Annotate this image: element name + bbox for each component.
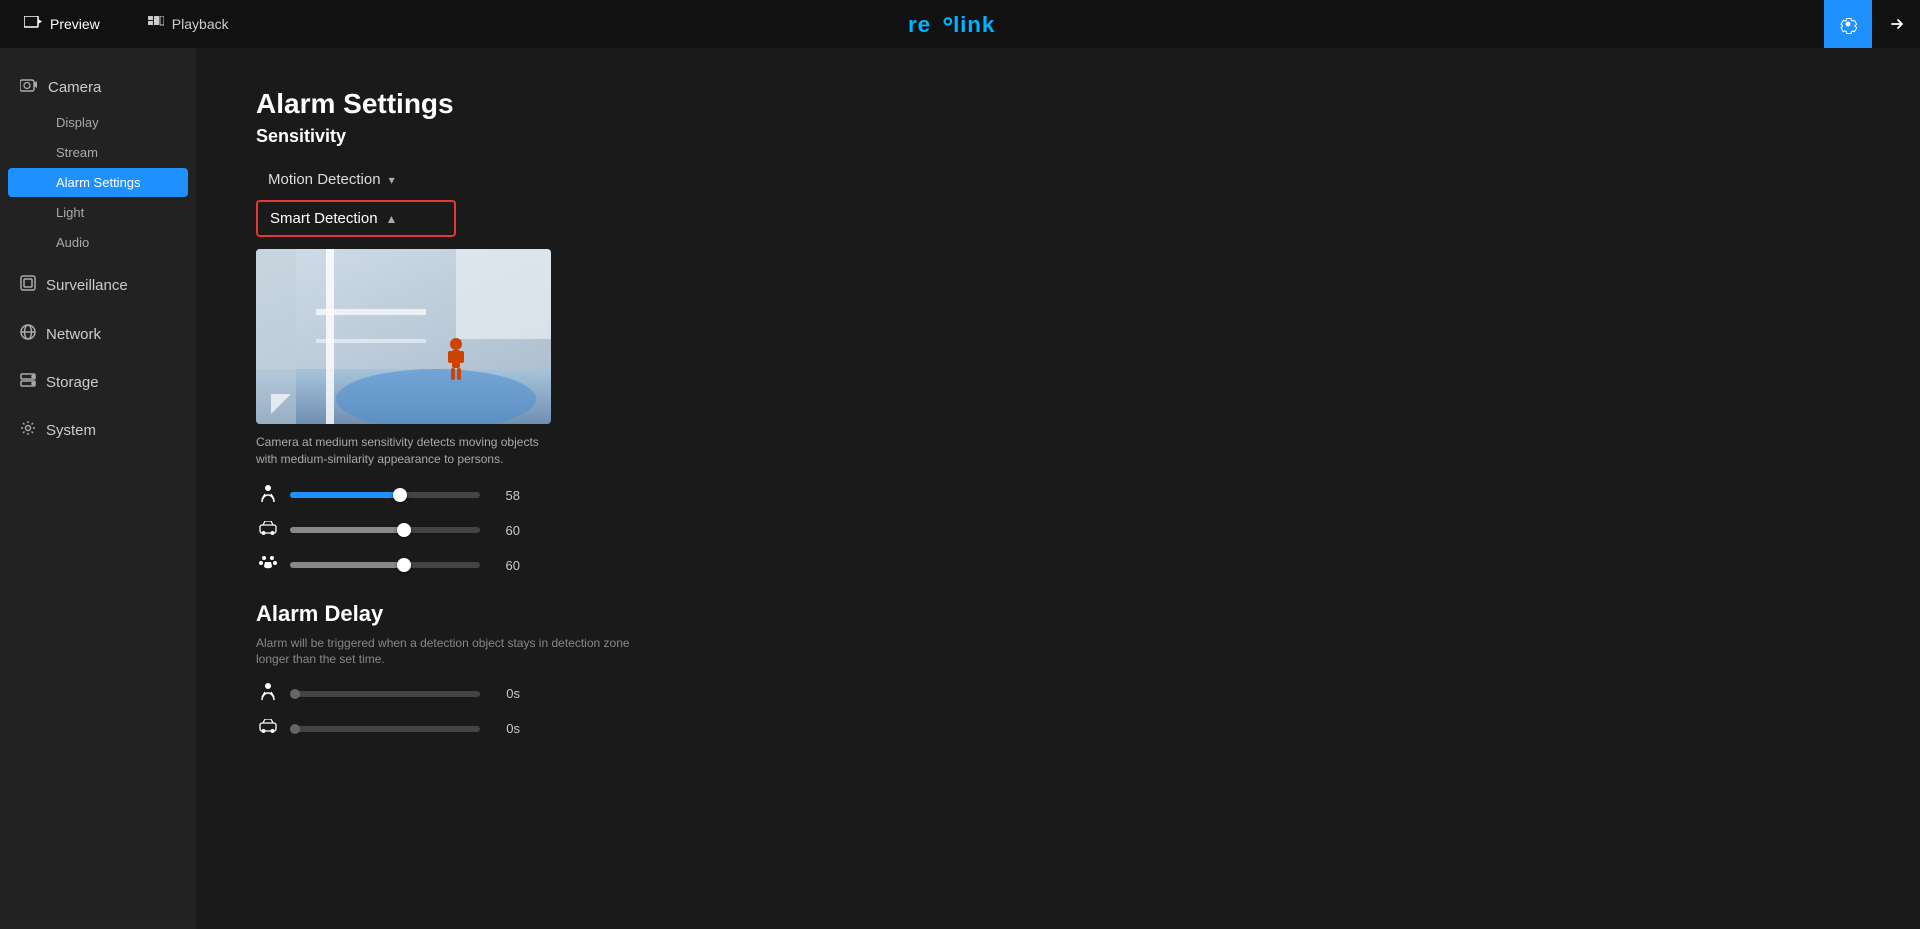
storage-icon (20, 373, 36, 392)
sidebar-surveillance-label: Surveillance (46, 277, 128, 294)
sidebar-category-storage[interactable]: Storage (0, 363, 196, 402)
sidebar-category-camera[interactable]: Camera (0, 68, 196, 107)
sidebar-network-label: Network (46, 326, 101, 343)
pet-slider[interactable] (290, 562, 480, 568)
main-layout: Camera Display Stream Alarm Settings Lig… (0, 48, 1920, 929)
sidebar-surveillance-section: Surveillance (0, 265, 196, 306)
person-delay-thumb[interactable] (290, 689, 300, 699)
sidebar-item-light[interactable]: Light (8, 198, 188, 227)
exit-icon (1887, 15, 1905, 33)
smart-detection-content: Camera at medium sensitivity detects mov… (256, 249, 1860, 577)
sidebar-storage-section: Storage (0, 363, 196, 402)
topbar: Preview Playback re link (0, 0, 1920, 48)
sidebar-system-label: System (46, 422, 96, 439)
motion-detection-label: Motion Detection (268, 171, 381, 188)
smart-detection-chevron: ▲ (386, 212, 398, 226)
pet-slider-thumb[interactable] (397, 558, 411, 572)
person-slider-fill (290, 492, 400, 498)
topbar-left: Preview Playback (0, 0, 253, 48)
gear-icon (1838, 14, 1858, 34)
sidebar-category-network[interactable]: Network (0, 314, 196, 355)
sidebar-item-display[interactable]: Display (8, 108, 188, 137)
sidebar-item-audio[interactable]: Audio (8, 228, 188, 257)
preview-caption: Camera at medium sensitivity detects mov… (256, 434, 551, 468)
vehicle-slider[interactable] (290, 527, 480, 533)
person-delay-icon (256, 682, 280, 705)
playback-icon (148, 16, 164, 33)
page-title: Alarm Settings (256, 88, 1860, 120)
vehicle-slider-thumb[interactable] (397, 523, 411, 537)
topbar-right (1824, 0, 1920, 48)
alarm-delay-title: Alarm Delay (256, 601, 1860, 627)
alarm-delay-section: Alarm Delay Alarm will be triggered when… (256, 601, 1860, 739)
sensitivity-title: Sensitivity (256, 126, 1860, 147)
preview-button[interactable]: Preview (0, 0, 124, 48)
alarm-delay-description: Alarm will be triggered when a detection… (256, 635, 656, 669)
vehicle-slider-fill (290, 527, 404, 533)
sidebar-category-surveillance[interactable]: Surveillance (0, 265, 196, 306)
smart-detection-accordion: Smart Detection ▲ (256, 200, 1860, 577)
vehicle-delay-slider[interactable] (290, 726, 480, 732)
motion-detection-accordion: Motion Detection ▾ (256, 163, 1860, 196)
vehicle-icon (256, 521, 280, 540)
person-icon (256, 484, 280, 507)
content-area: Alarm Settings Sensitivity Motion Detect… (196, 48, 1920, 929)
smart-detection-label: Smart Detection (270, 210, 378, 227)
pet-slider-value: 60 (490, 558, 520, 573)
sidebar-storage-label: Storage (46, 374, 99, 391)
smart-detection-header[interactable]: Smart Detection ▲ (256, 200, 456, 237)
preview-scene-svg (256, 249, 551, 424)
pet-slider-row: 60 (256, 554, 1860, 577)
vehicle-delay-value: 0s (490, 721, 520, 736)
sidebar-category-system[interactable]: System (0, 410, 196, 451)
motion-detection-header[interactable]: Motion Detection ▾ (256, 163, 456, 196)
topbar-logo: re link (908, 11, 1012, 37)
vehicle-delay-slider-row: 0s (256, 719, 1860, 738)
sidebar-system-section: System (0, 410, 196, 451)
vehicle-slider-value: 60 (490, 523, 520, 538)
motion-detection-chevron: ▾ (389, 173, 395, 187)
vehicle-delay-thumb[interactable] (290, 724, 300, 734)
svg-text:re: re (908, 12, 931, 37)
vehicle-slider-row: 60 (256, 521, 1860, 540)
playback-button[interactable]: Playback (124, 0, 253, 48)
person-slider-row: 58 (256, 484, 1860, 507)
preview-label: Preview (50, 16, 100, 32)
person-delay-slider[interactable] (290, 691, 480, 697)
vehicle-delay-icon (256, 719, 280, 738)
person-slider-value: 58 (490, 488, 520, 503)
camera-icon (20, 78, 38, 97)
smart-detection-preview (256, 249, 551, 424)
sidebar-camera-section: Camera Display Stream Alarm Settings Lig… (0, 68, 196, 257)
settings-icon-button[interactable] (1824, 0, 1872, 48)
sidebar-network-section: Network (0, 314, 196, 355)
logo-svg: re link (908, 11, 1012, 37)
pet-slider-fill (290, 562, 404, 568)
person-slider[interactable] (290, 492, 480, 498)
sidebar-item-stream[interactable]: Stream (8, 138, 188, 167)
svg-text:link: link (953, 12, 995, 37)
sidebar-item-alarm-settings[interactable]: Alarm Settings (8, 168, 188, 197)
person-delay-value: 0s (490, 686, 520, 701)
sidebar-camera-label: Camera (48, 79, 101, 96)
system-icon (20, 420, 36, 441)
preview-icon (24, 16, 42, 33)
pet-icon (256, 554, 280, 577)
playback-label: Playback (172, 16, 229, 32)
exit-icon-button[interactable] (1872, 0, 1920, 48)
sidebar: Camera Display Stream Alarm Settings Lig… (0, 48, 196, 929)
network-icon (20, 324, 36, 345)
surveillance-icon (20, 275, 36, 296)
person-slider-thumb[interactable] (393, 488, 407, 502)
person-delay-slider-row: 0s (256, 682, 1860, 705)
